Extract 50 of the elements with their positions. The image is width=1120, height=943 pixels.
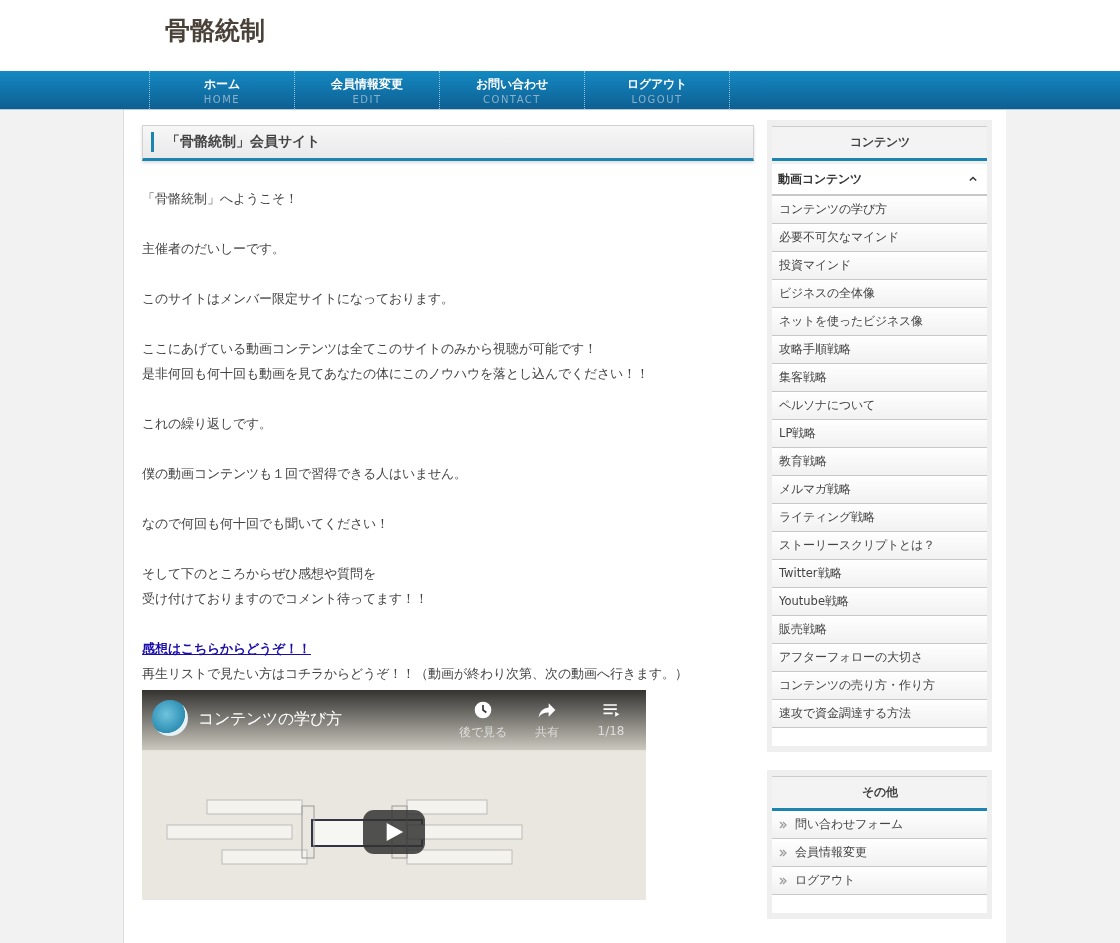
sidebar-link[interactable]: ライティング戦略 bbox=[772, 504, 987, 532]
playlist-note: 再生リストで見たい方はコチラからどうぞ！！（動画が終わり次第、次の動画へ行きます。） bbox=[142, 665, 689, 683]
sidebar-link[interactable]: 速攻で資金調達する方法 bbox=[772, 700, 987, 728]
body-text: そして下のところからぜひ感想や質問を bbox=[142, 565, 377, 583]
body-text: 僕の動画コンテンツも１回で習得できる人はいません。 bbox=[142, 465, 468, 483]
video-player[interactable]: コンテンツの学び方 後で見る 共有 1/18 bbox=[142, 690, 646, 900]
body-text: 「骨骼統制」へようこそ！ bbox=[142, 190, 299, 208]
play-button[interactable] bbox=[363, 810, 425, 854]
nav-link[interactable]: 会員情報変更 EDIT bbox=[295, 71, 440, 109]
sidebar-link[interactable]: 会員情報変更 bbox=[772, 839, 987, 867]
body-text: これの繰り返しです。 bbox=[142, 415, 273, 433]
nav-link[interactable]: お問い合わせ CONTACT bbox=[440, 71, 585, 109]
sidebar-link[interactable]: ストーリースクリプトとは？ bbox=[772, 532, 987, 560]
nav-link[interactable]: ホーム HOME bbox=[150, 71, 295, 109]
accordion-header[interactable]: 動画コンテンツ bbox=[772, 164, 987, 196]
clock-icon bbox=[473, 700, 493, 720]
sidebar-link[interactable]: コンテンツの学び方 bbox=[772, 196, 987, 224]
sidebar-link[interactable]: 販売戦略 bbox=[772, 616, 987, 644]
sidebar-link[interactable]: コンテンツの売り方・作り方 bbox=[772, 672, 987, 700]
sidebar-link[interactable]: 必要不可欠なマインド bbox=[772, 224, 987, 252]
sidebar-link[interactable]: 集客戦略 bbox=[772, 364, 987, 392]
sidebar-link[interactable]: 投資マインド bbox=[772, 252, 987, 280]
sidebar-link[interactable]: アフターフォローの大切さ bbox=[772, 644, 987, 672]
site-title: 骨骼統制 bbox=[165, 15, 265, 47]
body-text: このサイトはメンバー限定サイトになっております。 bbox=[142, 290, 455, 308]
chevron-icon bbox=[779, 876, 787, 885]
sidebar-link[interactable]: ネットを使ったビジネス像 bbox=[772, 308, 987, 336]
sidebar-link[interactable]: 攻略手順戦略 bbox=[772, 336, 987, 364]
body-text: ここにあげている動画コンテンツは全てこのサイトのみから視聴が可能です！ bbox=[142, 340, 598, 358]
sidebar-heading: その他 bbox=[772, 776, 987, 811]
body-text: 主催者のだいしーです。 bbox=[142, 240, 286, 258]
sidebar-link[interactable]: Twitter戦略 bbox=[772, 560, 987, 588]
sidebar-link[interactable]: 問い合わせフォーム bbox=[772, 811, 987, 839]
video-title[interactable]: コンテンツの学び方 bbox=[198, 709, 342, 730]
sidebar-link[interactable]: ビジネスの全体像 bbox=[772, 280, 987, 308]
page-heading: 「骨骼統制」会員サイト bbox=[142, 125, 754, 161]
sidebar-link[interactable]: LP戦略 bbox=[772, 420, 987, 448]
chevron-icon bbox=[779, 820, 787, 829]
sidebar-link[interactable]: Youtube戦略 bbox=[772, 588, 987, 616]
body-text: 受け付けておりますのでコメント待ってます！！ bbox=[142, 590, 429, 608]
nav-link[interactable]: ログアウト LOGOUT bbox=[585, 71, 730, 109]
sidebar-heading: コンテンツ bbox=[772, 126, 987, 161]
sidebar-link[interactable]: メルマガ戦略 bbox=[772, 476, 987, 504]
chevron-icon bbox=[779, 848, 787, 857]
sidebar-link[interactable]: ログアウト bbox=[772, 867, 987, 895]
body-text: なので何回も何十回でも聞いてください！ bbox=[142, 515, 390, 533]
feedback-link[interactable]: 感想はこちらからどうぞ！！ bbox=[142, 636, 311, 661]
sidebar-link[interactable]: 教育戦略 bbox=[772, 448, 987, 476]
body-text: 是非何回も何十回も動画を見てあなたの体にこのノウハウを落とし込んでください！！ bbox=[142, 365, 650, 383]
sidebar-link[interactable]: ペルソナについて bbox=[772, 392, 987, 420]
